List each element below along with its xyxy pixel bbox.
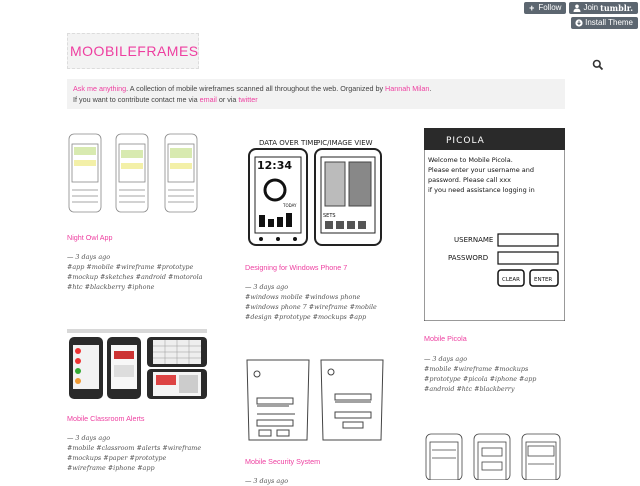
post-thumbnail[interactable] — [67, 130, 207, 216]
post-date[interactable]: — 3 days ago — [67, 252, 110, 262]
author-link[interactable]: Hannah Milan — [385, 84, 429, 93]
desc-text: . A collection of mobile wireframes scan… — [126, 84, 384, 93]
post-title[interactable]: Night Owl App — [67, 233, 113, 242]
picola-line2: Please enter your username and — [428, 166, 534, 174]
picola-line3: password. Please call xxx — [428, 176, 511, 184]
wp7-pic-label: PIC/IMAGE VIEW — [316, 139, 373, 147]
post-partial-wireframes — [424, 432, 565, 480]
install-theme-label: Install Theme — [585, 18, 633, 27]
picola-clear: CLEAR — [502, 277, 520, 283]
tumblr-brand: tumblr. — [600, 3, 633, 13]
logo-text: MOOBILEFRAMES — [70, 43, 199, 59]
post-thumbnail[interactable] — [424, 432, 565, 480]
post-thumbnail[interactable] — [245, 358, 385, 442]
wp7-date-label: DATA OVER TIME — [259, 139, 318, 147]
follow-button[interactable]: + Follow — [524, 2, 567, 14]
contribute-text: If you want to contribute contact me via — [73, 95, 198, 104]
install-theme-button[interactable]: Install Theme — [571, 17, 638, 29]
post-title[interactable]: Designing for Windows Phone 7 — [245, 263, 347, 272]
blog-description: Ask me anything. A collection of mobile … — [67, 79, 565, 109]
picola-enter: ENTER — [534, 277, 552, 283]
wp7-time: 12:34 — [257, 159, 292, 172]
post-title[interactable]: Mobile Picola — [424, 334, 467, 343]
post-thumbnail[interactable] — [67, 329, 207, 401]
follow-label: Follow — [538, 3, 562, 12]
post-tags: #windows mobile #windows phone #windows … — [245, 293, 377, 321]
post-title[interactable]: Mobile Classroom Alerts — [67, 414, 145, 423]
join-label: Join — [583, 3, 599, 12]
post-date[interactable]: — 3 days ago — [245, 476, 288, 486]
picola-password-label: PASSWORD — [448, 254, 488, 262]
picola-welcome: Welcome to Mobile Picola. — [428, 156, 513, 164]
post-date[interactable]: — 3 days ago — [424, 354, 467, 364]
post-date[interactable]: — 3 days ago — [67, 433, 110, 443]
ask-link[interactable]: Ask me anything — [73, 84, 126, 93]
picola-header: PICOLA — [446, 136, 485, 146]
post-night-owl: Night Owl App — 3 days ago #app #mobile … — [67, 130, 207, 300]
post-windows-phone-7: DATA OVER TIME PIC/IMAGE VIEW 12:34 TODA… — [245, 135, 385, 325]
post-date[interactable]: — 3 days ago — [245, 282, 288, 292]
or-text: or via — [218, 95, 237, 104]
post-title[interactable]: Mobile Security System — [245, 457, 320, 466]
post-tags: #mobile #classroom #alerts #wireframe #m… — [67, 444, 202, 472]
twitter-link[interactable]: twitter — [238, 95, 257, 104]
post-classroom-alerts: Mobile Classroom Alerts — 3 days ago #mo… — [67, 329, 207, 479]
post-security-system: Mobile Security System — 3 days ago — [245, 358, 385, 485]
install-icon — [574, 19, 583, 28]
tumblr-controls-row: + Follow Join tumblr. — [524, 2, 638, 14]
plus-icon: + — [529, 3, 535, 13]
picola-username-label: USERNAME — [454, 236, 493, 244]
search-icon[interactable] — [592, 58, 604, 71]
post-thumbnail[interactable]: DATA OVER TIME PIC/IMAGE VIEW 12:34 TODA… — [245, 135, 385, 247]
blog-logo[interactable]: MOOBILEFRAMES — [67, 33, 199, 69]
post-tags: #mobile #wireframe #mockups #prototype #… — [424, 365, 537, 393]
tumblr-controls: + Follow Join tumblr. Install Theme — [524, 2, 638, 29]
post-picola: PICOLA Welcome to Mobile Picola. Please … — [424, 128, 565, 393]
post-tags: #app #mobile #wireframe #prototype #mock… — [67, 263, 203, 291]
join-tumblr-button[interactable]: Join tumblr. — [569, 2, 638, 14]
user-icon — [572, 4, 581, 13]
email-link[interactable]: email — [200, 95, 217, 104]
wp7-sets: SETS — [323, 213, 336, 219]
wp7-today: TODAY — [282, 203, 297, 208]
post-thumbnail[interactable]: PICOLA Welcome to Mobile Picola. Please … — [424, 128, 565, 321]
picola-line4: if you need assistance logging in — [428, 186, 535, 194]
